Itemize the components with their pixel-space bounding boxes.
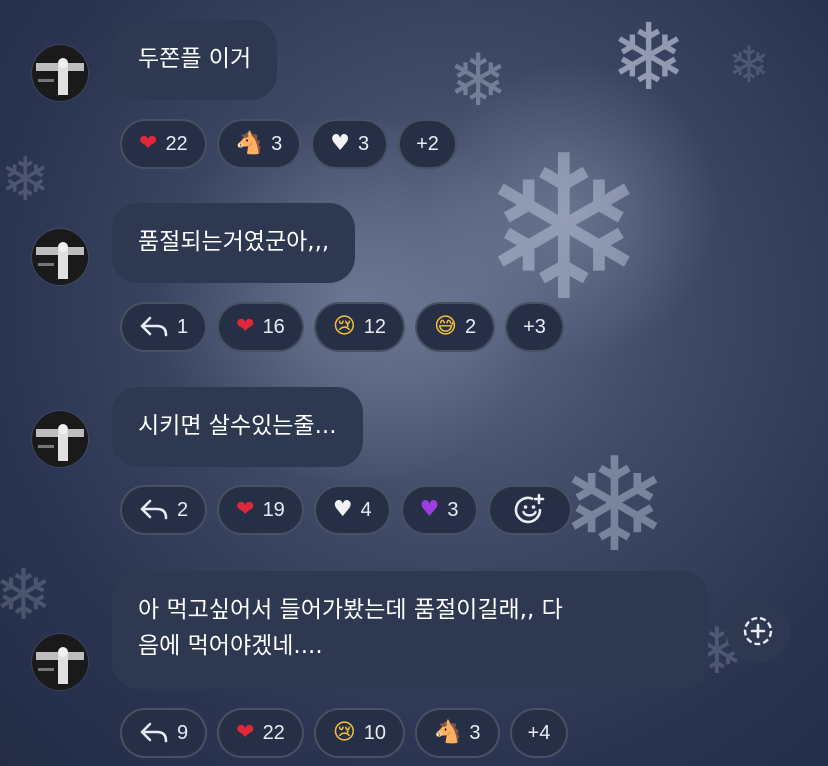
more-reactions-label: +4 [527, 721, 551, 744]
purple-heart-icon: ♥ [419, 497, 440, 522]
red-heart-icon: ❤ [139, 131, 158, 156]
more-reactions-label: +2 [416, 132, 439, 155]
add-reaction-button[interactable] [726, 599, 790, 663]
reaction-horse-face[interactable]: 🐴 3 [415, 708, 500, 758]
crying-face-icon: 😢 [332, 720, 356, 745]
reply-count: 1 [177, 315, 189, 338]
reply-button[interactable]: 2 [120, 485, 208, 535]
reaction-grinning-sweat-face[interactable]: 😅 2 [415, 302, 496, 352]
reply-arrow-icon [140, 722, 168, 743]
reaction-white-heart[interactable]: ♥ 3 [311, 119, 389, 169]
avatar[interactable] [32, 229, 88, 285]
reply-button[interactable]: 9 [120, 708, 208, 758]
snowflake-icon: ❄ [480, 113, 648, 346]
reaction-red-heart[interactable]: ❤ 22 [120, 119, 207, 169]
reaction-crying-face[interactable]: 😢 10 [313, 708, 405, 758]
snowflake-icon: ❄ [560, 429, 669, 581]
grinning-sweat-face-icon: 😅 [434, 314, 457, 339]
add-emoji-button[interactable] [487, 485, 572, 535]
red-heart-icon: ❤ [236, 314, 255, 339]
reaction-purple-heart[interactable]: ♥ 3 [400, 485, 478, 535]
snowflake-icon: ❄ [0, 554, 53, 636]
crying-face-icon: 😢 [332, 314, 356, 339]
reaction-count: 3 [357, 132, 370, 155]
snowflake-icon: ❄ [0, 145, 51, 215]
message-bubble[interactable]: 품절되는거였군아,,, [112, 203, 356, 283]
avatar[interactable] [32, 634, 88, 690]
white-heart-icon: ♥ [332, 497, 353, 522]
reply-arrow-icon [140, 499, 168, 520]
avatar[interactable] [32, 45, 88, 101]
reply-count: 9 [177, 721, 189, 744]
avatar[interactable] [32, 411, 88, 467]
reaction-bar: 1 ❤ 16 😢 12 😅 2 +3 [120, 302, 564, 352]
more-reactions-label: +3 [523, 315, 546, 338]
reaction-bar: 2 ❤ 19 ♥ 4 ♥ 3 [120, 485, 572, 535]
reaction-count: 4 [360, 498, 372, 521]
reaction-bar: ❤ 22 🐴 3 ♥ 3 +2 [120, 119, 457, 169]
reaction-bar: 9 ❤ 22 😢 10 🐴 3 +4 [120, 708, 569, 758]
reaction-count: 2 [464, 315, 477, 338]
reaction-red-heart[interactable]: ❤ 19 [217, 485, 304, 535]
snowflake-icon: ❄ [728, 36, 770, 94]
reaction-red-heart[interactable]: ❤ 22 [217, 708, 304, 758]
reply-count: 2 [177, 498, 189, 521]
message-bubble[interactable]: 두쫀플 이거 [112, 20, 278, 100]
reaction-crying-face[interactable]: 😢 12 [313, 302, 405, 352]
reaction-count: 12 [363, 315, 386, 338]
more-reactions-button[interactable]: +4 [509, 708, 569, 758]
reaction-count: 22 [262, 721, 285, 744]
reaction-horse-face[interactable]: 🐴 3 [216, 119, 302, 169]
white-heart-icon: ♥ [330, 131, 350, 156]
message-bubble[interactable]: 아 먹고싶어서 들어가봤는데 품절이길래,, 다 음에 먹어야겠네.... [112, 571, 708, 689]
reaction-count: 3 [469, 721, 481, 744]
reply-button[interactable]: 1 [120, 302, 208, 352]
reaction-white-heart[interactable]: ♥ 4 [313, 485, 391, 535]
reaction-count: 22 [165, 132, 188, 155]
reaction-count: 3 [271, 132, 283, 155]
reaction-count: 19 [262, 498, 285, 521]
snowflake-icon: ❄ [610, 4, 688, 111]
more-reactions-button[interactable]: +2 [398, 119, 457, 169]
red-heart-icon: ❤ [236, 497, 255, 522]
more-reactions-button[interactable]: +3 [505, 302, 564, 352]
reaction-count: 3 [447, 498, 459, 521]
message-bubble[interactable]: 시키면 살수있는줄... [112, 387, 363, 467]
reaction-red-heart[interactable]: ❤ 16 [217, 302, 304, 352]
add-reaction-icon [743, 616, 773, 646]
reply-arrow-icon [140, 316, 168, 337]
horse-face-icon: 🐴 [235, 131, 264, 156]
red-heart-icon: ❤ [236, 720, 255, 745]
horse-face-icon: 🐴 [434, 720, 462, 745]
snowflake-icon: ❄ [448, 38, 509, 122]
reaction-count: 10 [363, 721, 386, 744]
add-emoji-icon [514, 493, 544, 524]
reaction-count: 16 [262, 315, 285, 338]
